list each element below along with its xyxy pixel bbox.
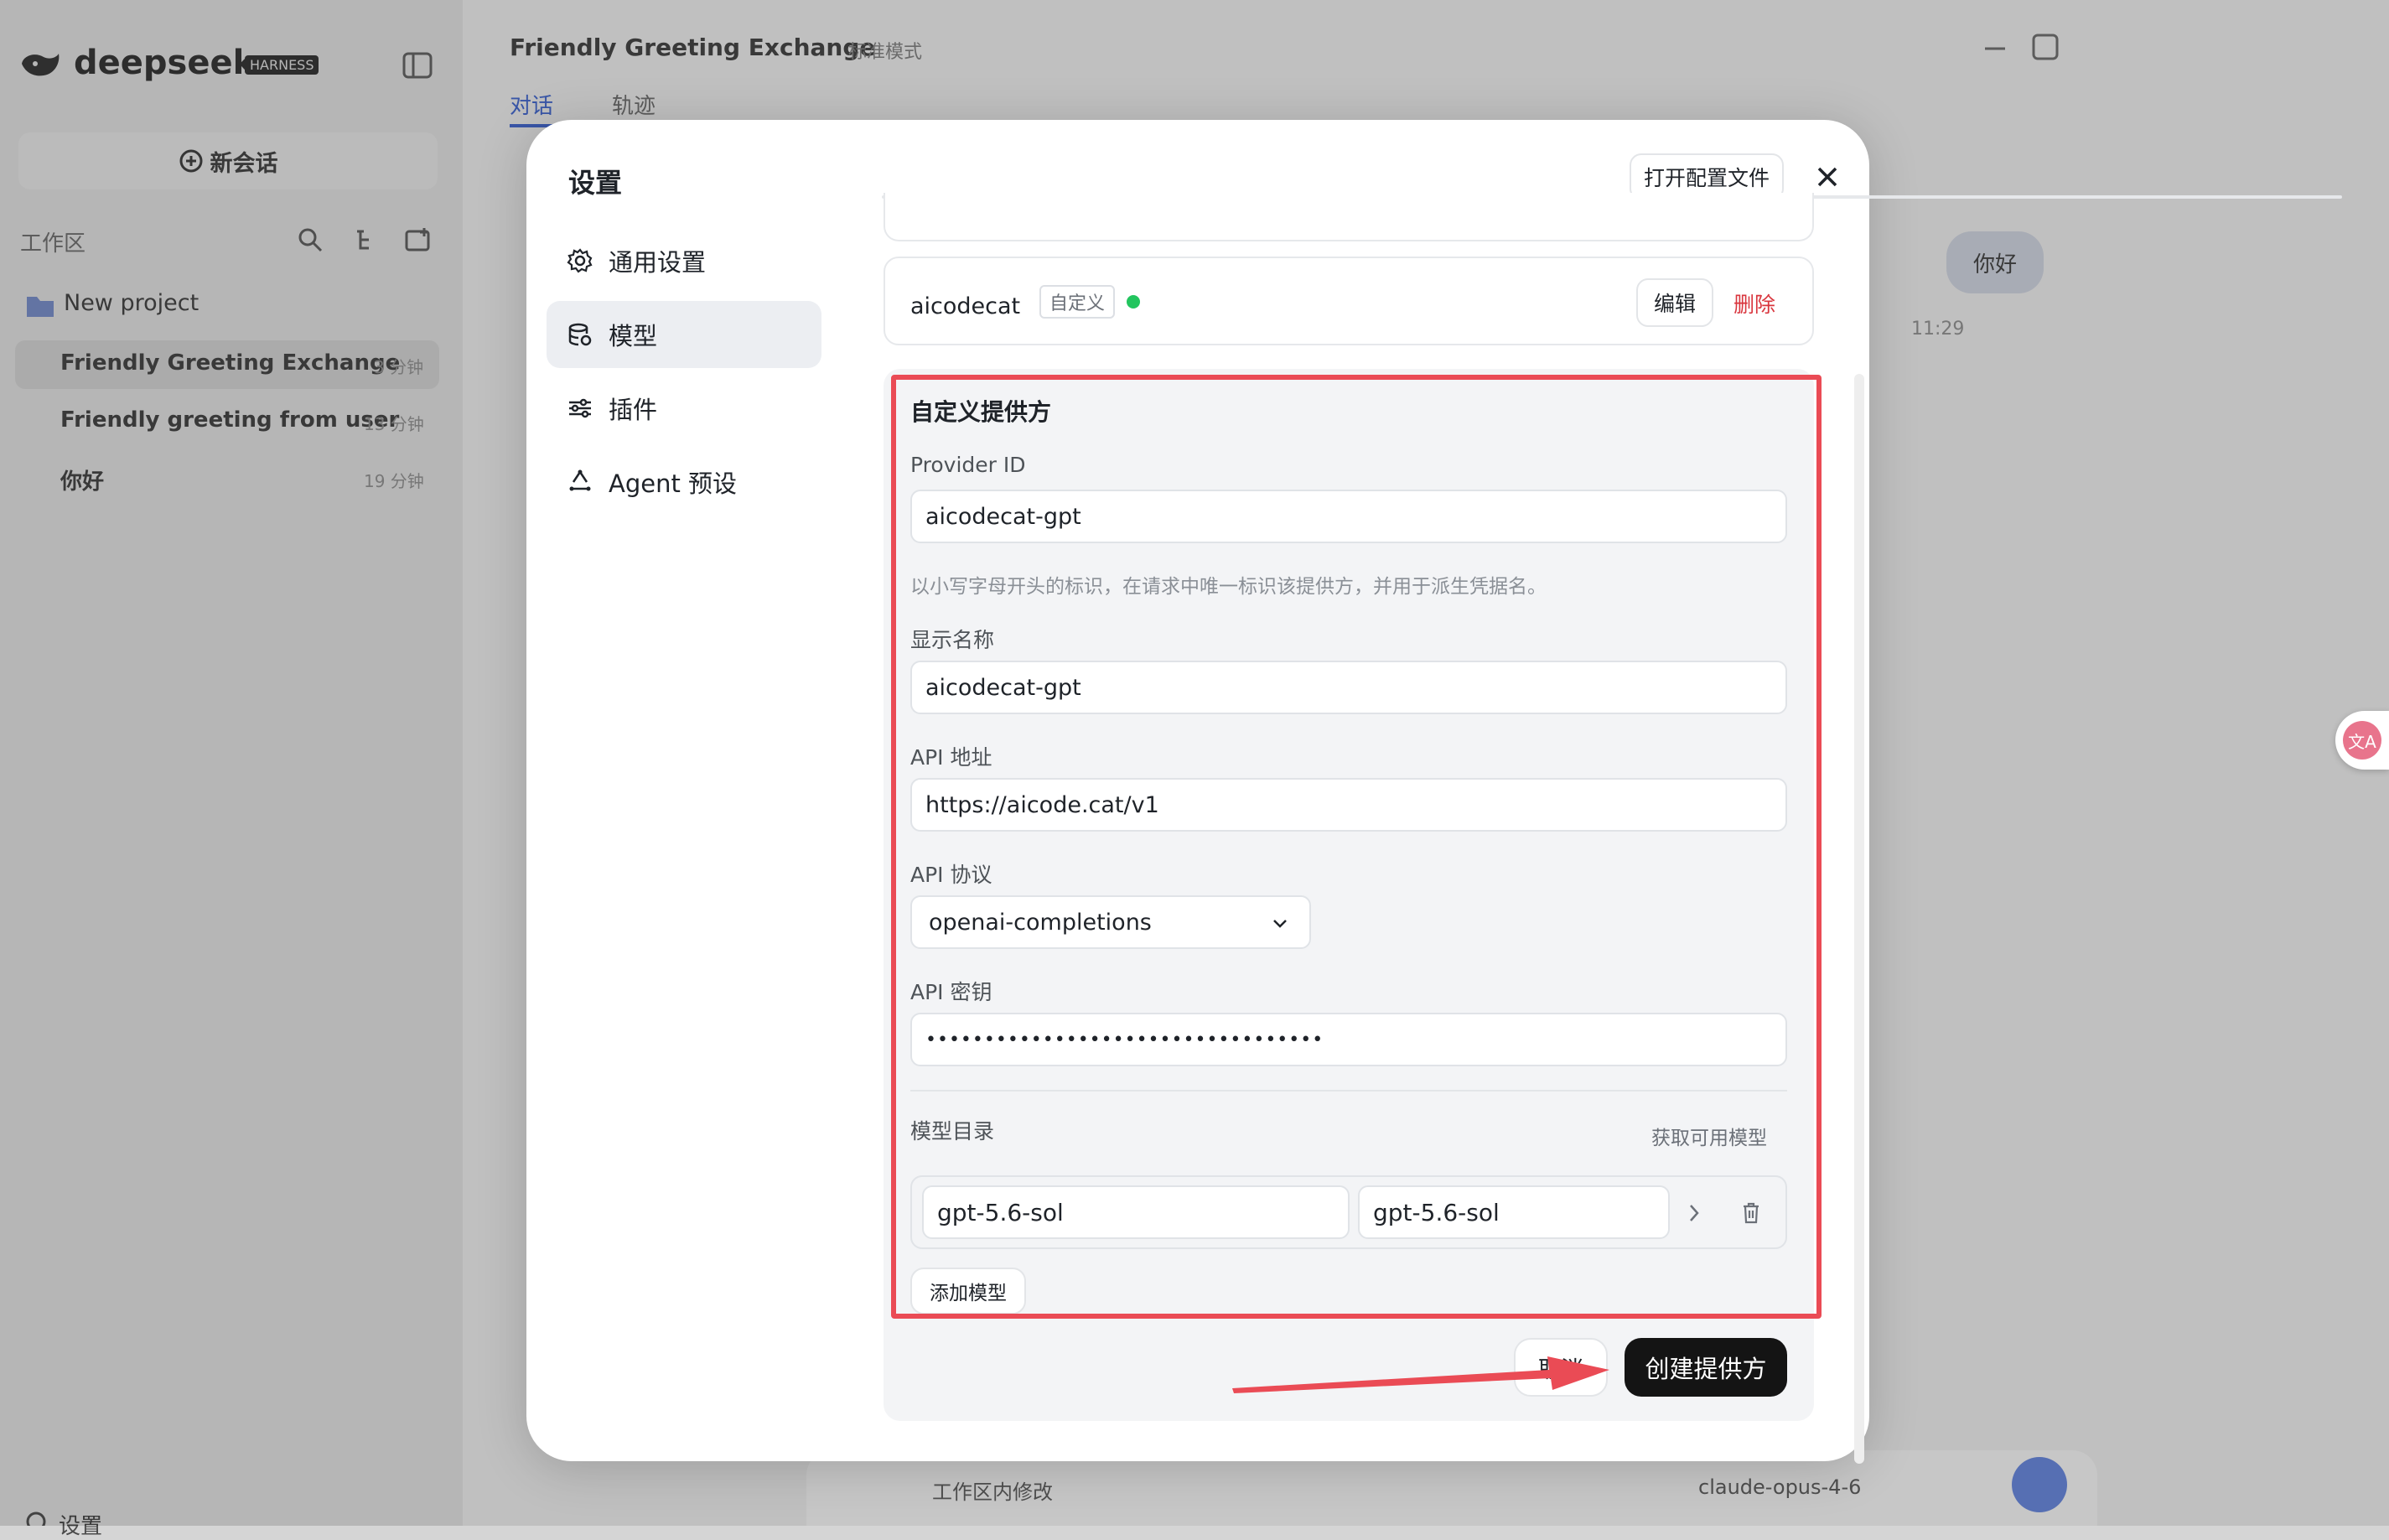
close-icon[interactable]	[1809, 158, 1846, 195]
nav-label: Agent 预设	[609, 469, 738, 498]
edit-button[interactable]: 编辑	[1636, 278, 1713, 327]
annotation-arrow-icon	[1232, 1356, 1609, 1393]
nav-agent-presets[interactable]: Agent 预设	[547, 449, 821, 516]
nav-label: 通用设置	[609, 248, 707, 277]
database-icon	[568, 323, 592, 346]
nav-general-settings[interactable]: 通用设置	[547, 227, 821, 294]
nav-plugins[interactable]: 插件	[547, 375, 821, 442]
nav-label: 模型	[609, 322, 658, 350]
scrollbar[interactable]	[1854, 374, 1864, 1464]
delete-button[interactable]: 删除	[1733, 288, 1775, 319]
recycle-icon	[569, 469, 591, 491]
sliders-icon	[569, 398, 591, 418]
provider-name: aicodecat	[910, 293, 1021, 319]
nav-label: 插件	[609, 396, 658, 424]
highlight-box	[891, 375, 1822, 1319]
gear-icon	[567, 248, 593, 273]
previous-provider-card	[884, 193, 1814, 241]
translate-icon: 文A	[2343, 721, 2381, 760]
modal-title: 设置	[568, 167, 623, 199]
translate-float-button[interactable]: 文A	[2335, 711, 2389, 770]
provider-card: aicodecat 自定义 编辑 删除	[884, 257, 1814, 345]
status-dot	[1127, 295, 1140, 309]
custom-tag: 自定义	[1039, 285, 1116, 319]
nav-models[interactable]: 模型	[547, 301, 821, 368]
create-provider-button[interactable]: 创建提供方	[1625, 1338, 1787, 1397]
